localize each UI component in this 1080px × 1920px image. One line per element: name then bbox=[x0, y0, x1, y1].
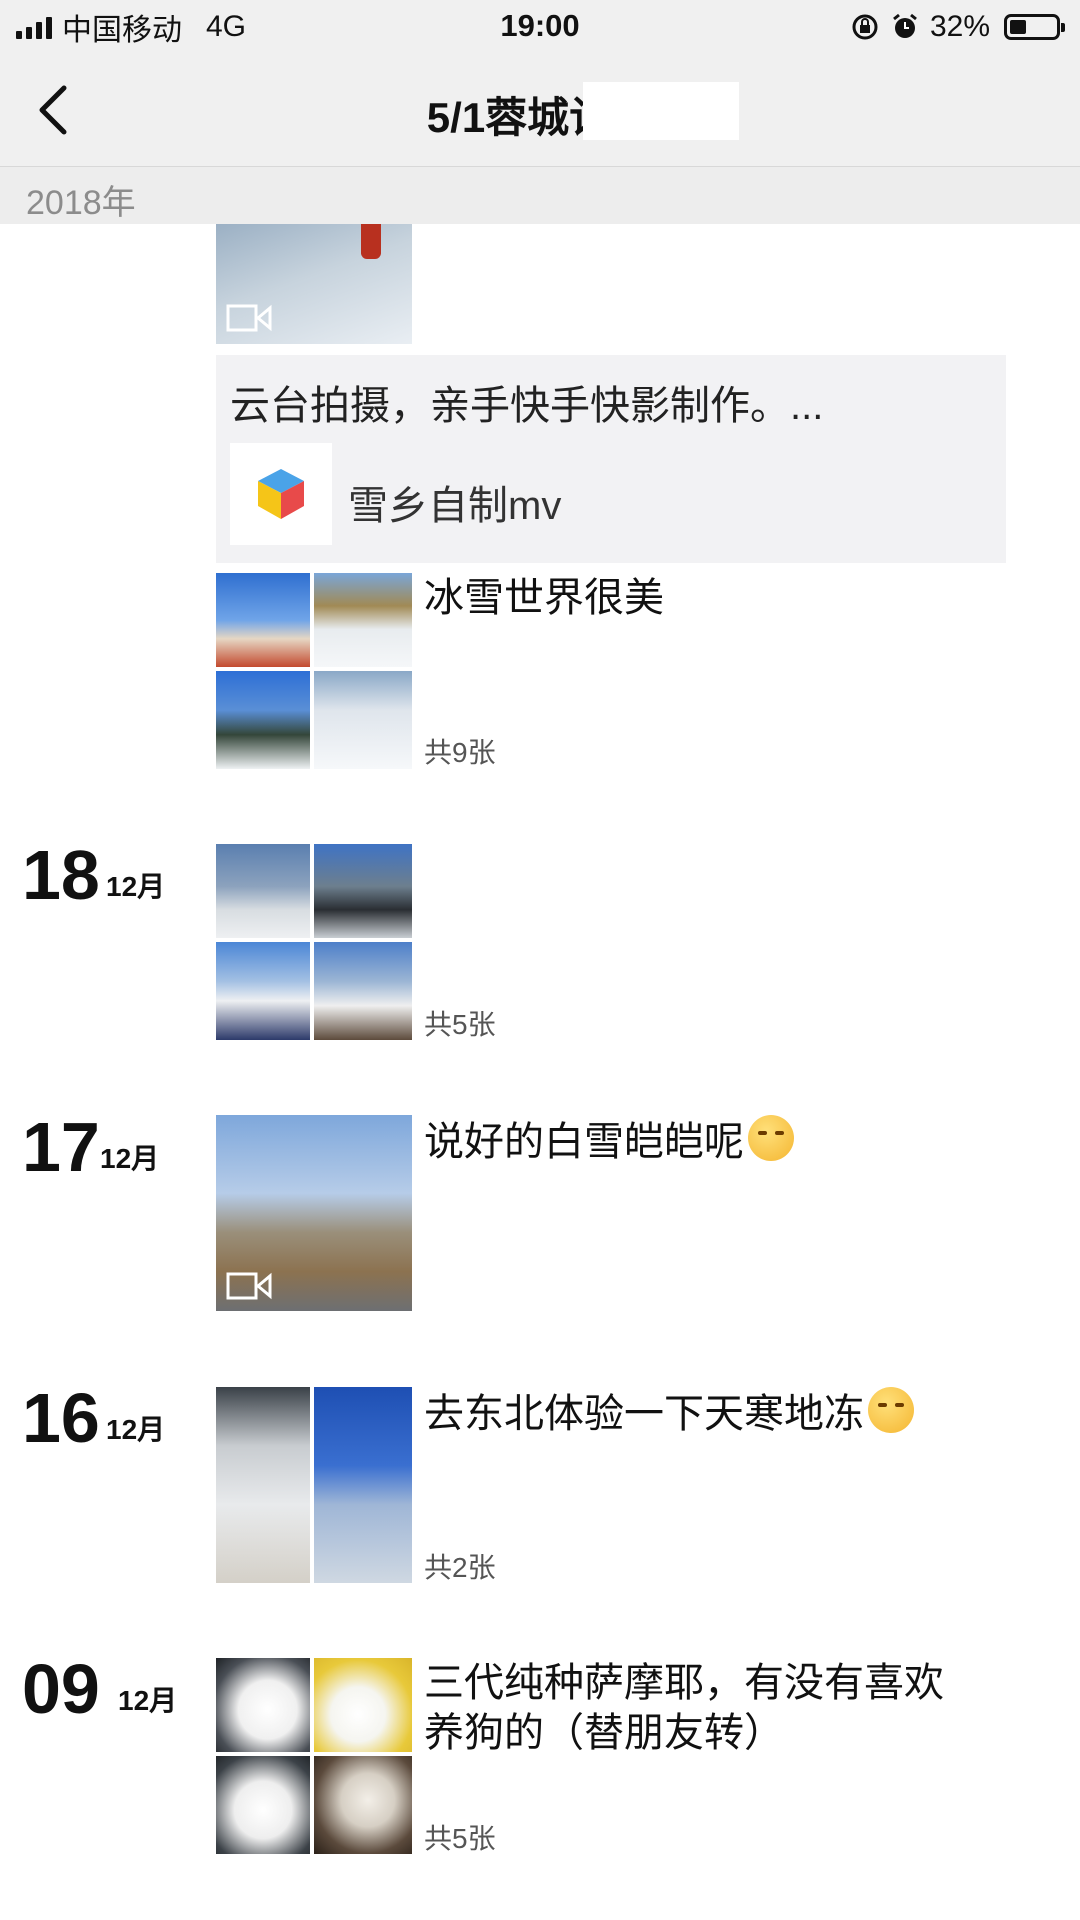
share-thumbnail bbox=[230, 443, 332, 545]
photo-grid[interactable] bbox=[216, 1387, 412, 1583]
photo-thumbnail bbox=[216, 1658, 310, 1752]
timeline: 云台拍摄，亲手快手快影制作。... 雪乡自制mv 冰雪世界很美 共9张 18 1… bbox=[0, 224, 1080, 1920]
year-header: 2018年 bbox=[0, 167, 1080, 224]
month-label: 12月 bbox=[100, 1143, 160, 1174]
redaction-box bbox=[583, 82, 739, 140]
smirking-face-emoji bbox=[868, 1387, 914, 1433]
post-text-line: 养狗的（替朋友转） bbox=[424, 1711, 784, 1755]
battery-icon bbox=[1004, 14, 1065, 40]
video-thumbnail[interactable] bbox=[216, 224, 412, 344]
year-label: 2018年 bbox=[26, 184, 136, 222]
photo-thumbnail bbox=[216, 671, 310, 769]
photo-thumbnail bbox=[216, 844, 310, 938]
month-label: 12月 bbox=[106, 871, 166, 902]
photo-thumbnail bbox=[314, 844, 412, 938]
day-number: 17 bbox=[22, 1108, 100, 1186]
photo-thumbnail bbox=[216, 573, 310, 667]
day-number: 09 bbox=[22, 1650, 100, 1728]
post-text-content: 去东北体验一下天寒地冻 bbox=[424, 1392, 864, 1436]
photo-thumbnail bbox=[314, 1387, 412, 1583]
day-number: 16 bbox=[22, 1379, 100, 1457]
post-text: 去东北体验一下天寒地冻 bbox=[424, 1387, 914, 1439]
photo-grid[interactable] bbox=[216, 1658, 412, 1854]
photo-count: 共9张 bbox=[424, 737, 496, 768]
share-description: 云台拍摄，亲手快手快影制作。... bbox=[230, 384, 824, 428]
post-text-line: 三代纯种萨摩耶，有没有喜欢 bbox=[424, 1661, 944, 1705]
month-label: 12月 bbox=[118, 1685, 178, 1716]
battery-percent: 32% bbox=[929, 10, 990, 43]
post-text: 三代纯种萨摩耶，有没有喜欢 养狗的（替朋友转） bbox=[424, 1658, 944, 1758]
alarm-icon bbox=[893, 13, 917, 38]
photo-thumbnail bbox=[314, 942, 412, 1040]
photo-count: 共5张 bbox=[424, 1009, 496, 1040]
photo-thumbnail bbox=[216, 942, 310, 1040]
share-title: 雪乡自制mv bbox=[348, 484, 562, 528]
photo-thumbnail bbox=[216, 1387, 310, 1583]
video-camera-icon bbox=[226, 304, 272, 332]
photo-thumbnail bbox=[314, 1756, 412, 1854]
orientation-lock-icon bbox=[852, 14, 878, 40]
status-bar: 中国移动 4G 19:00 32% bbox=[0, 0, 1080, 54]
video-camera-icon bbox=[226, 1272, 272, 1300]
photo-thumbnail bbox=[216, 1756, 310, 1854]
post-text-content: 说好的白雪皑皑呢 bbox=[424, 1120, 744, 1164]
photo-thumbnail bbox=[314, 573, 412, 667]
photo-grid[interactable] bbox=[216, 844, 412, 1040]
page-title: 5/1蓉城计划 bbox=[426, 94, 654, 141]
post-text: 说好的白雪皑皑呢 bbox=[424, 1115, 794, 1167]
photo-grid[interactable] bbox=[216, 573, 412, 769]
blushing-face-emoji bbox=[748, 1115, 794, 1161]
video-thumbnail[interactable] bbox=[216, 1115, 412, 1311]
day-number: 18 bbox=[22, 836, 100, 914]
post-text: 冰雪世界很美 bbox=[424, 576, 664, 620]
nav-bar: 5/1蓉城计划 bbox=[0, 54, 1080, 167]
cube-app-icon bbox=[258, 469, 304, 519]
photo-count: 共2张 bbox=[424, 1552, 496, 1583]
month-label: 12月 bbox=[106, 1414, 166, 1445]
photo-thumbnail bbox=[314, 1658, 412, 1752]
photo-count: 共5张 bbox=[424, 1823, 496, 1854]
photo-thumbnail bbox=[314, 671, 412, 769]
shared-link-card[interactable]: 云台拍摄，亲手快手快影制作。... 雪乡自制mv bbox=[216, 355, 1006, 563]
